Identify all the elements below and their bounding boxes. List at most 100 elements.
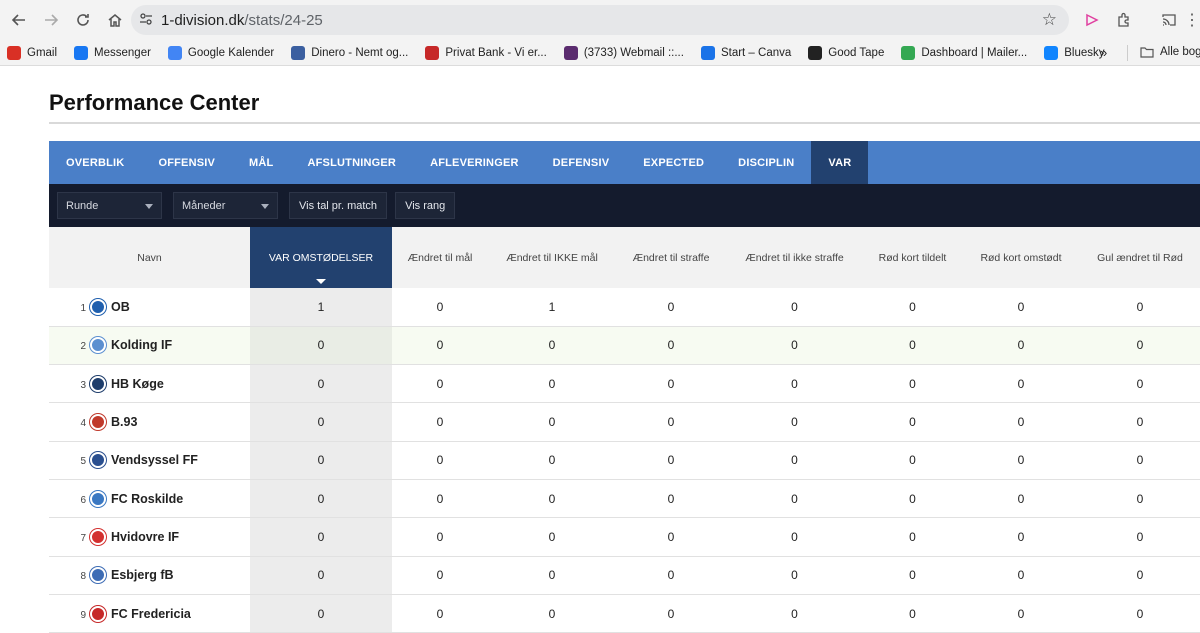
bookmarks-list: Gmail Messenger Google Kalender Dinero - Ne… (0, 45, 1122, 60)
stat-cell: 0 (616, 594, 726, 633)
column-header[interactable]: Ændret til IKKE mål (488, 227, 616, 288)
home-icon[interactable] (100, 5, 130, 35)
stat-cell: 0 (616, 517, 726, 557)
stat-cell: 0 (726, 288, 863, 327)
url-host: 1-division.dk (161, 11, 245, 29)
bookmark-item[interactable]: Dinero - Nemt og... (291, 45, 408, 60)
mailer-icon (901, 45, 916, 60)
bookmark-item[interactable]: Google Kalender (167, 45, 274, 60)
gmail-icon (7, 45, 21, 60)
column-header[interactable]: Ændret til ikke straffe (726, 227, 863, 288)
stat-cell: 0 (616, 441, 726, 480)
stat-cell: 0 (488, 326, 616, 366)
stat-cell: 0 (863, 364, 962, 404)
address-bar[interactable]: 1-division.dk/stats/24-25 ☆ (131, 5, 1069, 35)
calendar-icon (167, 45, 182, 60)
table-row[interactable]: 2 Kolding IF 0 0 0 0 0 0 0 0 (49, 326, 1200, 366)
stat-cell: 0 (616, 556, 726, 595)
round-select[interactable]: Runde (57, 192, 162, 219)
column-header[interactable]: VAR OMSTØDELSER (250, 227, 392, 288)
column-header[interactable]: Rød kort omstødt (962, 227, 1080, 288)
bookmark-item[interactable]: Bluesky (1044, 45, 1105, 60)
stat-cell: 0 (863, 517, 962, 557)
team-name: Esbjerg fB (111, 568, 174, 583)
tab-4[interactable]: AFLEVERINGER (413, 141, 536, 184)
stat-cell: 0 (1080, 402, 1200, 442)
rank-number: 5 (80, 456, 86, 468)
table-row[interactable]: 4 B.93 0 0 0 0 0 0 0 0 (49, 402, 1200, 442)
menu-kebab-icon[interactable]: ⋮ (1180, 8, 1200, 32)
tab-8[interactable]: VAR (811, 141, 869, 184)
team-cell[interactable]: 3 HB Køge (49, 364, 250, 404)
table-row[interactable]: 8 Esbjerg fB 0 0 0 0 0 0 0 0 (49, 556, 1200, 595)
team-cell[interactable]: 7 Hvidovre IF (49, 517, 250, 557)
column-header-label: Ændret til ikke straffe (745, 251, 844, 264)
extensions-puzzle-icon[interactable] (1112, 8, 1136, 32)
column-header[interactable]: Ændret til straffe (616, 227, 726, 288)
table-row[interactable]: 7 Hvidovre IF 0 0 0 0 0 0 0 0 (49, 517, 1200, 557)
team-cell[interactable]: 2 Kolding IF (49, 326, 250, 366)
stats-table: Navn VAR OMSTØDELSER Ændret til mål Ændret … (49, 227, 1200, 633)
site-settings-icon[interactable] (131, 12, 161, 29)
forward-icon[interactable] (36, 5, 66, 35)
table-body: 1 OB 1 0 1 0 0 0 0 0 2 Kolding IF 0 0 0 0 0 0 0 0 3 HB Køge 0 0… (49, 288, 1200, 633)
filter-bar: Runde Måneder Vis tal pr. match Vis rang (49, 184, 1200, 227)
more-bookmarks-button[interactable]: » (1100, 45, 1107, 60)
bank-icon (425, 45, 440, 60)
tab-0[interactable]: OVERBLIK (49, 141, 141, 184)
per-match-button[interactable]: Vis tal pr. match (289, 192, 388, 219)
bookmark-item[interactable]: Start – Canva (700, 45, 791, 60)
column-header[interactable]: Gul ændret til Rød (1080, 227, 1200, 288)
bookmark-item[interactable]: Dashboard | Mailer... (901, 45, 1027, 60)
table-row[interactable]: 6 FC Roskilde 0 0 0 0 0 0 0 0 (49, 479, 1200, 519)
column-header[interactable]: Rød kort tildelt (863, 227, 962, 288)
tab-7[interactable]: DISCIPLIN (721, 141, 811, 184)
tab-6[interactable]: EXPECTED (626, 141, 721, 184)
tab-1[interactable]: OFFENSIV (141, 141, 232, 184)
bookmark-item[interactable]: Good Tape (808, 45, 884, 60)
stat-cell: 0 (863, 556, 962, 595)
months-select-label: Måneder (182, 199, 226, 212)
team-crest-icon (90, 605, 106, 622)
team-cell[interactable]: 9 FC Fredericia (49, 594, 250, 633)
team-cell[interactable]: 8 Esbjerg fB (49, 556, 250, 595)
table-row[interactable]: 1 OB 1 0 1 0 0 0 0 0 (49, 288, 1200, 327)
bookmark-item[interactable]: (3733) Webmail ::... (563, 45, 684, 60)
table-row[interactable]: 9 FC Fredericia 0 0 0 0 0 0 0 0 (49, 594, 1200, 633)
team-cell[interactable]: 4 B.93 (49, 402, 250, 442)
cast-icon[interactable] (1157, 8, 1181, 32)
stat-cell: 0 (392, 402, 488, 442)
all-bookmarks-button[interactable]: Alle bog (1140, 46, 1200, 58)
table-row[interactable]: 3 HB Køge 0 0 0 0 0 0 0 0 (49, 364, 1200, 404)
rank-number: 4 (80, 418, 86, 430)
table-row[interactable]: 5 Vendsyssel FF 0 0 0 0 0 0 0 0 (49, 441, 1200, 480)
rank-number: 3 (80, 379, 86, 391)
team-cell[interactable]: 6 FC Roskilde (49, 479, 250, 519)
column-header[interactable]: Ændret til mål (392, 227, 488, 288)
stat-cell: 0 (962, 441, 1080, 480)
stat-cell: 0 (1080, 556, 1200, 595)
show-rank-button[interactable]: Vis rang (395, 192, 456, 219)
bookmark-star-icon[interactable]: ☆ (1042, 10, 1057, 30)
stat-cell: 0 (392, 479, 488, 519)
bookmark-item[interactable]: Messenger (74, 45, 151, 60)
tab-5[interactable]: DEFENSIV (536, 141, 627, 184)
stat-cell: 0 (962, 594, 1080, 633)
tab-3[interactable]: AFSLUTNINGER (290, 141, 413, 184)
bookmark-item[interactable]: Gmail (7, 45, 57, 60)
bookmark-item[interactable]: Privat Bank - Vi er... (425, 45, 547, 60)
tab-2[interactable]: MÅL (232, 141, 290, 184)
dinero-icon (291, 45, 306, 60)
stat-cell: 0 (726, 479, 863, 519)
rank-number: 9 (80, 609, 86, 621)
extension-pink-icon[interactable] (1080, 8, 1104, 32)
rank-number: 1 (80, 302, 86, 314)
url-text[interactable]: 1-division.dk/stats/24-25 (161, 12, 323, 29)
team-cell[interactable]: 1 OB (49, 288, 250, 327)
months-select[interactable]: Måneder (173, 192, 278, 219)
team-cell[interactable]: 5 Vendsyssel FF (49, 441, 250, 480)
stat-cell: 0 (726, 402, 863, 442)
reload-icon[interactable] (68, 5, 98, 35)
back-icon[interactable] (4, 5, 34, 35)
column-header-name[interactable]: Navn (49, 227, 250, 288)
